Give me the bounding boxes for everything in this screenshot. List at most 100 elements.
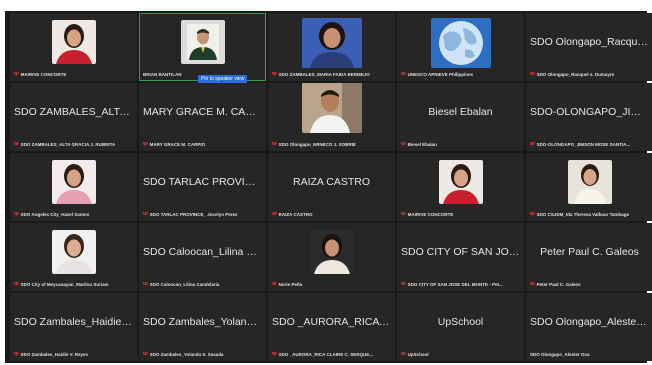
participant-label: SDO Olongapo_Alester Oca <box>530 352 590 357</box>
muted-mic-icon: ✠ <box>401 351 406 357</box>
participant-photo <box>430 18 491 68</box>
participant-tile[interactable]: SDO Zambales_Yolanda S... ✠ SDO Zambales_… <box>139 293 266 361</box>
participant-name: SDO Zambales_Yolanda S... <box>143 316 266 328</box>
muted-mic-icon: ✠ <box>14 211 19 217</box>
muted-mic-icon: ✠ <box>272 211 277 217</box>
participant-name: SDO _AURORA_RICA CL... <box>272 316 395 328</box>
participant-label: ✠ UNESCO APNIEVE Philippines <box>401 71 473 77</box>
participant-photo <box>301 18 362 68</box>
participant-photo <box>51 160 96 204</box>
gallery-view: ✠ MAIRIVE CONCORTE BRIAN BANTILAN ✠ SDO ZA… <box>5 11 652 363</box>
participant-label: ✠ SDO ZAMBALES_ALTA GRACIA J. RUBRITA <box>14 141 116 147</box>
participant-tile[interactable]: UpSchool ✠ UpSchool <box>397 293 524 361</box>
participant-tile[interactable]: SDO _AURORA_RICA CL... ✠ SDO _AURORA_RICA… <box>268 293 395 361</box>
participant-tile[interactable]: SDO Olongapo_Alester Oca SDO Olongapo_Al… <box>526 293 652 361</box>
participant-name: Peter Paul C. Galeos <box>540 246 639 258</box>
participant-label: ✠ SDO Angeles City_Hazel Santos <box>14 211 90 217</box>
participant-label: ✠ MAIRIVE CONCORTE <box>401 211 454 217</box>
participant-video <box>301 83 362 133</box>
muted-mic-icon: ✠ <box>272 141 277 147</box>
participant-label: ✠ Norie Peña <box>272 281 303 287</box>
participant-label: ✠ SDO Zambales_Yolanda S. Sasada <box>143 351 224 357</box>
muted-mic-icon: ✠ <box>143 211 148 217</box>
participant-photo <box>438 160 483 204</box>
muted-mic-icon: ✠ <box>143 141 148 147</box>
participant-name: Biesel Ebalan <box>428 106 493 118</box>
participant-label: ✠ SDO ZAMBALES_MARIA FAIDA BERMEJO <box>272 71 370 77</box>
muted-mic-icon: ✠ <box>14 71 19 77</box>
muted-mic-icon: ✠ <box>401 141 406 147</box>
participant-tile[interactable]: Biesel Ebalan ✠ Biesel Ebalan <box>397 83 524 151</box>
participant-label: ✠ Peter Paul C. Galeos <box>530 281 581 287</box>
participant-label: ✠ SDO TARLAC PROVINCE_ Jocelyn Perez <box>143 211 238 217</box>
muted-mic-icon: ✠ <box>143 351 148 357</box>
participant-name: UpSchool <box>437 316 484 328</box>
participant-tile[interactable]: SDO-OLONGAPO_JIMSO... ✠ SDO-OLONGAPO_JIMS… <box>526 83 652 151</box>
participant-label: ✠ RAIZA CASTRO <box>272 211 313 217</box>
participant-label: ✠ SDO Olongapo_ERNECO J. SOBRIE <box>272 141 356 147</box>
participant-tile[interactable]: SDO CITY OF SAN JOSE... ✠ SDO CITY OF SAN… <box>397 223 524 291</box>
participant-tile[interactable]: SDO Olongapo_Racquel s... ✠ SDO Olongapo_… <box>526 13 652 81</box>
participant-photo <box>51 230 96 274</box>
muted-mic-icon: ✠ <box>14 141 19 147</box>
participant-name: RAIZA CASTRO <box>292 176 370 188</box>
participant-tile[interactable]: ✠ Norie Peña <box>268 223 395 291</box>
participant-name: SDO TARLAC PROVINCE... <box>143 176 266 188</box>
participant-name: SDO Olongapo_Alester Oca <box>530 316 652 328</box>
participant-name: SDO Caloocan_Lilina Can... <box>143 246 266 258</box>
participant-tile[interactable]: ✠ SDO City of Meycauayan_Marilou Suriam <box>10 223 137 291</box>
participant-photo <box>567 160 612 204</box>
participant-tile[interactable]: ✠ SDO CSJDM_Ida Theresa Valbuar Tambaga <box>526 153 652 221</box>
participant-tile[interactable]: SDO TARLAC PROVINCE... ✠ SDO TARLAC PROVI… <box>139 153 266 221</box>
muted-mic-icon: ✠ <box>272 281 277 287</box>
participant-tile[interactable]: ✠ SDO ZAMBALES_MARIA FAIDA BERMEJO <box>268 13 395 81</box>
participant-name: SDO Zambales_Haidie V... <box>14 316 137 328</box>
participant-label: ✠ SDO-OLONGAPO_JIMSON MOSE SANTIA... <box>530 141 631 147</box>
muted-mic-icon: ✠ <box>272 351 277 357</box>
muted-mic-icon: ✠ <box>401 71 406 77</box>
participant-tile[interactable]: MARY GRACE M. CARPIO ✠ MARY GRACE M. CARP… <box>139 83 266 151</box>
participant-name: SDO CITY OF SAN JOSE... <box>401 246 524 258</box>
pin-to-speaker-view-button[interactable]: Pin to speaker view <box>198 75 248 83</box>
participant-label: ✠ SDO Caloocan_Lilina Candelaria <box>143 281 220 287</box>
participant-label: ✠ SDO Zambales_Haidie V. Reyes <box>14 351 88 357</box>
participant-tile[interactable]: ✠ UNESCO APNIEVE Philippines <box>397 13 524 81</box>
participant-label: ✠ UpSchool <box>401 351 429 357</box>
participant-tile[interactable]: ✠ MAIRIVE CONCORTE <box>397 153 524 221</box>
participant-photo <box>180 20 225 64</box>
participant-label: ✠ Biesel Ebalan <box>401 141 437 147</box>
muted-mic-icon: ✠ <box>272 71 277 77</box>
muted-mic-icon: ✠ <box>14 281 19 287</box>
participant-name: SDO Olongapo_Racquel s... <box>530 36 652 48</box>
participant-label: ✠ SDO CSJDM_Ida Theresa Valbuar Tambaga <box>530 211 630 217</box>
participant-tile[interactable]: ✠ MAIRIVE CONCORTE <box>10 13 137 81</box>
muted-mic-icon: ✠ <box>14 351 19 357</box>
muted-mic-icon: ✠ <box>530 211 535 217</box>
muted-mic-icon: ✠ <box>530 71 535 77</box>
participant-name: SDO ZAMBALES_ALTA G... <box>14 106 137 118</box>
participant-tile[interactable]: ✠ SDO Olongapo_ERNECO J. SOBRIE <box>268 83 395 151</box>
participant-photo <box>309 230 354 274</box>
muted-mic-icon: ✠ <box>401 281 406 287</box>
participant-label: ✠ SDO City of Meycauayan_Marilou Suriam <box>14 281 109 287</box>
participant-tile[interactable]: SDO Caloocan_Lilina Can... ✠ SDO Caloocan… <box>139 223 266 291</box>
participant-name: SDO-OLONGAPO_JIMSO... <box>530 106 652 118</box>
muted-mic-icon: ✠ <box>530 141 535 147</box>
participant-tile-active-speaker[interactable]: BRIAN BANTILAN <box>139 13 266 81</box>
participant-photo <box>51 20 96 64</box>
participant-label: ✠ MAIRIVE CONCORTE <box>14 71 67 77</box>
participant-label: ✠ MARY GRACE M. CARPIO <box>143 141 206 147</box>
participant-grid: ✠ MAIRIVE CONCORTE BRIAN BANTILAN ✠ SDO ZA… <box>10 13 652 361</box>
participant-tile[interactable]: SDO ZAMBALES_ALTA G... ✠ SDO ZAMBALES_ALT… <box>10 83 137 151</box>
participant-tile[interactable]: Peter Paul C. Galeos ✠ Peter Paul C. Gale… <box>526 223 652 291</box>
participant-label: ✠ SDO CITY OF SAN JOSE DEL MONTE - Pet... <box>401 281 503 287</box>
muted-mic-icon: ✠ <box>401 211 406 217</box>
participant-label: ✠ SDO _AURORA_RICA CLAIRE C. SERQUE... <box>272 351 373 357</box>
participant-name: MARY GRACE M. CARPIO <box>143 106 266 118</box>
muted-mic-icon: ✠ <box>530 281 535 287</box>
participant-tile[interactable]: ✠ SDO Angeles City_Hazel Santos <box>10 153 137 221</box>
participant-label: ✠ SDO Olongapo_Racquel s. Dumayre <box>530 71 615 77</box>
participant-tile[interactable]: SDO Zambales_Haidie V... ✠ SDO Zambales_H… <box>10 293 137 361</box>
participant-tile[interactable]: RAIZA CASTRO ✠ RAIZA CASTRO <box>268 153 395 221</box>
muted-mic-icon: ✠ <box>143 281 148 287</box>
